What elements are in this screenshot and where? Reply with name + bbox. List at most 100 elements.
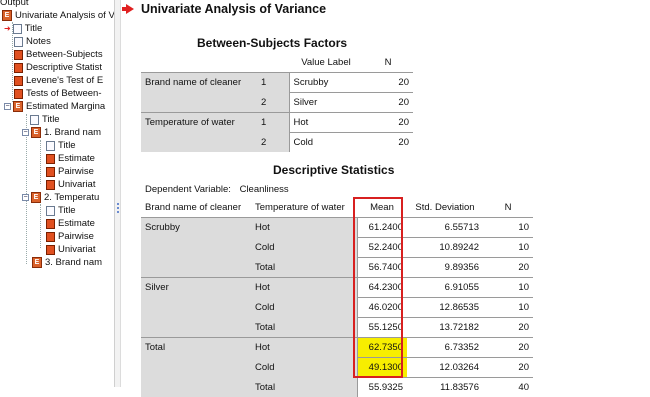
table-icon — [46, 245, 55, 255]
table-row: Silver Hot 64.2300 6.91055 10 — [141, 278, 533, 298]
n-cell: 20 — [483, 258, 533, 278]
splitter-grip-icon[interactable] — [117, 203, 119, 215]
outline-item-title[interactable]: Title — [30, 113, 60, 126]
pane-splitter[interactable] — [114, 0, 121, 387]
temperature-cell: Hot — [251, 338, 357, 358]
outline-item-pairwise[interactable]: Pairwise — [46, 165, 94, 178]
outline-item-brand-name-1[interactable]: − E 1. Brand nam — [22, 126, 101, 139]
outline-item-label: Estimated Margina — [26, 100, 105, 113]
title-icon — [30, 115, 39, 125]
outline-item-title[interactable]: Title — [46, 139, 76, 152]
table-row: Scrubby Hot 61.2400 6.55713 10 — [141, 218, 533, 238]
label-cell: Silver — [289, 93, 363, 113]
outline-item-label: Pairwise — [58, 165, 94, 178]
outline-item-pairwise[interactable]: Pairwise — [46, 230, 94, 243]
mean-cell-highlighted: 49.1300 — [357, 358, 407, 378]
temperature-cell: Total — [251, 258, 357, 278]
std-deviation-cell: 12.03264 — [407, 358, 483, 378]
outline-item-label: 2. Temperatu — [44, 191, 99, 204]
table-row: Cold 49.1300 12.03264 20 — [141, 358, 533, 378]
dependent-variable-line: Dependent Variable: Cleanliness — [145, 184, 289, 195]
outline-item-title[interactable]: ➜ Title — [4, 22, 42, 35]
temperature-cell: Cold — [251, 358, 357, 378]
outline-item-univariate-tests[interactable]: Univariat — [46, 243, 96, 256]
value-cell: 2 — [257, 133, 289, 153]
descriptive-statistics-table: Brand name of cleaner Temperature of wat… — [141, 198, 533, 397]
table-icon — [46, 180, 55, 190]
table-row: Temperature of water 1 Hot 20 — [141, 113, 413, 133]
collapse-icon[interactable]: − — [22, 129, 29, 136]
outline-item-between-subjects[interactable]: Between-Subjects — [14, 48, 103, 61]
current-item-arrow-icon — [126, 4, 134, 14]
outline-item-notes[interactable]: Notes — [14, 35, 51, 48]
outline-item-descriptive[interactable]: Descriptive Statist — [14, 61, 102, 74]
table-header-row: Value Label N — [141, 53, 413, 73]
factor-cell — [141, 93, 257, 113]
table-icon — [14, 63, 23, 73]
outline-item-univariate[interactable]: E Univariate Analysis of V — [2, 9, 114, 22]
outline-item-label: Title — [25, 22, 43, 35]
n-cell: 20 — [483, 338, 533, 358]
mean-cell: 55.9325 — [357, 378, 407, 397]
brand-cell: Total — [141, 338, 251, 358]
outline-item-estimated-marginal[interactable]: − E Estimated Margina — [4, 100, 105, 113]
mean-cell: 55.1250 — [357, 318, 407, 338]
table-row: 2 Silver 20 — [141, 93, 413, 113]
collapse-icon[interactable]: − — [4, 103, 11, 110]
outline-item-label: Between-Subjects — [26, 48, 103, 61]
mean-cell: 64.2300 — [357, 278, 407, 298]
outline-root[interactable]: Output — [0, 0, 29, 9]
table-row: Total 55.9325 11.83576 40 — [141, 378, 533, 397]
table-icon — [46, 154, 55, 164]
folder-icon: E — [13, 101, 23, 112]
outline-item-levene[interactable]: Levene's Test of E — [14, 74, 103, 87]
std-deviation-cell: 9.89356 — [407, 258, 483, 278]
outline-item-label: 3. Brand nam — [45, 256, 102, 269]
factor-cell: Temperature of water — [141, 113, 257, 133]
outline-item-estimates[interactable]: Estimate — [46, 217, 95, 230]
title-icon — [46, 141, 55, 151]
folder-icon: E — [32, 257, 42, 268]
brand-cell: Scrubby — [141, 218, 251, 238]
folder-icon: E — [31, 127, 41, 138]
table-icon — [14, 76, 23, 86]
output-content-pane: Univariate Analysis of Variance Between-… — [121, 0, 650, 387]
brand-cell — [141, 238, 251, 258]
table-row: Cold 46.0200 12.86535 10 — [141, 298, 533, 318]
n-cell: 10 — [483, 278, 533, 298]
value-cell: 1 — [257, 73, 289, 93]
col-header-std-deviation: Std. Deviation — [407, 198, 483, 218]
value-cell: 2 — [257, 93, 289, 113]
mean-cell: 61.2400 — [357, 218, 407, 238]
outline-item-label: 1. Brand nam — [44, 126, 101, 139]
std-deviation-cell: 6.73352 — [407, 338, 483, 358]
col-header-mean: Mean — [357, 198, 407, 218]
table-row: 2 Cold 20 — [141, 133, 413, 153]
outline-item-brand-name-3[interactable]: E 3. Brand nam — [32, 256, 102, 269]
title-icon — [46, 206, 55, 216]
table-row: Total 56.7400 9.89356 20 — [141, 258, 533, 278]
collapse-icon[interactable]: − — [22, 194, 29, 201]
n-cell: 20 — [363, 93, 413, 113]
header-cell-empty — [257, 53, 289, 73]
n-cell: 10 — [483, 218, 533, 238]
outline-item-estimates[interactable]: Estimate — [46, 152, 95, 165]
outline-item-temperature-2[interactable]: − E 2. Temperatu — [22, 191, 99, 204]
mean-cell: 56.7400 — [357, 258, 407, 278]
temperature-cell: Cold — [251, 238, 357, 258]
value-cell: 1 — [257, 113, 289, 133]
outline-item-univariate-tests[interactable]: Univariat — [46, 178, 96, 191]
n-cell: 20 — [483, 318, 533, 338]
std-deviation-cell: 6.91055 — [407, 278, 483, 298]
outline-item-title[interactable]: Title — [46, 204, 76, 217]
output-outline-pane[interactable]: Output E Univariate Analysis of V ➜ Titl… — [0, 0, 114, 387]
outline-item-tests-between[interactable]: Tests of Between- — [14, 87, 102, 100]
brand-cell — [141, 358, 251, 378]
n-cell: 20 — [363, 73, 413, 93]
mean-cell: 52.2400 — [357, 238, 407, 258]
col-header-n: N — [363, 53, 413, 73]
outline-root-label: Output — [0, 0, 29, 9]
std-deviation-cell: 12.86535 — [407, 298, 483, 318]
outline-item-label: Levene's Test of E — [26, 74, 103, 87]
brand-cell — [141, 258, 251, 278]
